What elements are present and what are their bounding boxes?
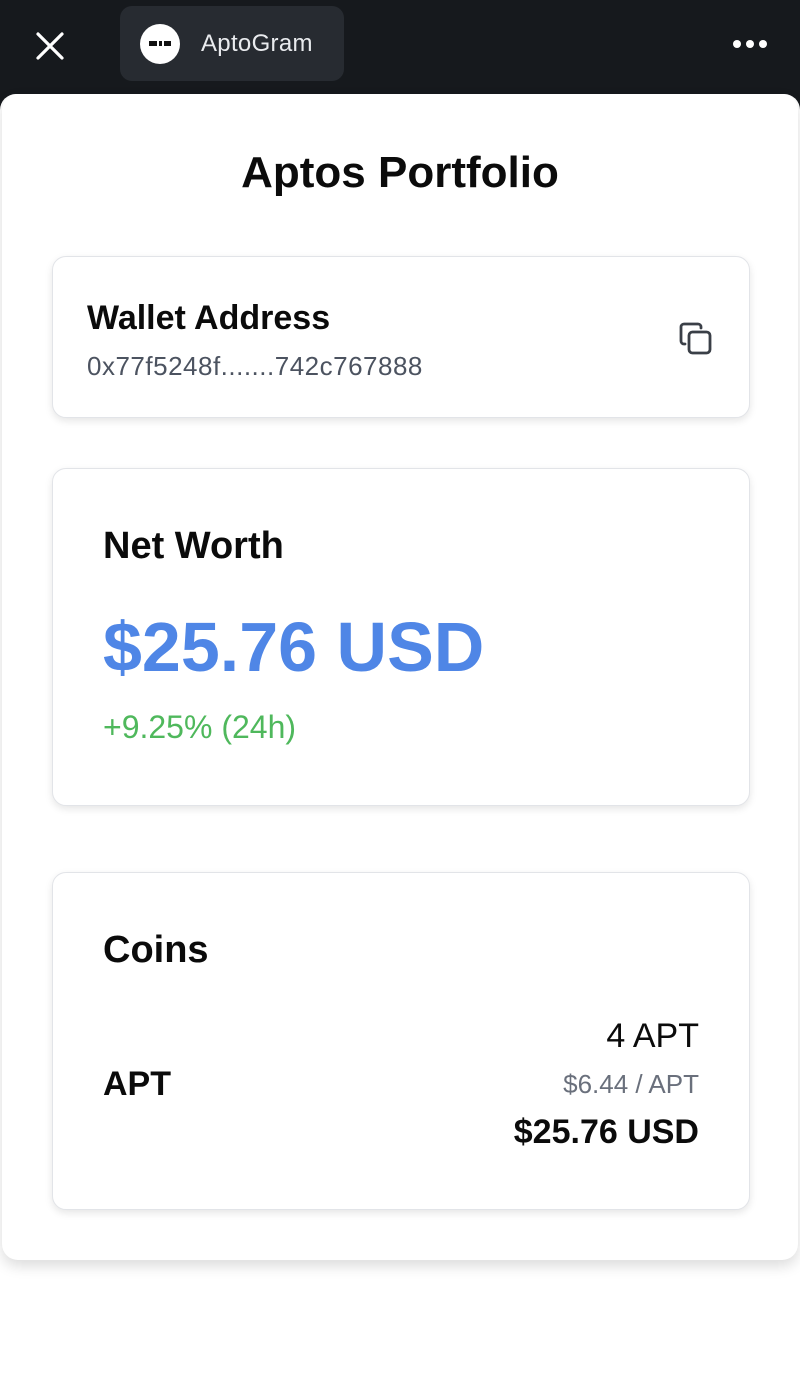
coin-value: $25.76 USD	[513, 1113, 699, 1151]
more-dot	[759, 40, 767, 48]
wallet-address-card: Wallet Address 0x77f5248f.......742c7678…	[52, 256, 750, 418]
wallet-address-label: Wallet Address	[87, 299, 331, 337]
more-options-button[interactable]	[726, 28, 774, 60]
page-title: Aptos Portfolio	[241, 148, 559, 197]
wallet-address-value: 0x77f5248f.......742c767888	[87, 351, 423, 381]
app-logo	[140, 23, 180, 64]
app-name: AptoGram	[201, 29, 313, 57]
copy-icon	[679, 322, 712, 355]
net-worth-label: Net Worth	[103, 525, 284, 567]
app-title-pill[interactable]: AptoGram	[120, 6, 344, 81]
coin-symbol: APT	[103, 1065, 171, 1103]
copy-address-button[interactable]	[677, 319, 717, 359]
close-button[interactable]	[28, 24, 72, 68]
coin-amount: 4 APT	[606, 1017, 699, 1055]
net-worth-card: Net Worth $25.76 USD +9.25% (24h)	[52, 468, 750, 806]
coins-label: Coins	[103, 929, 209, 971]
net-worth-change: +9.25% (24h)	[103, 709, 297, 745]
more-dot	[746, 40, 754, 48]
mini-app-header: AptoGram	[0, 0, 800, 94]
more-horizontal-icon	[733, 40, 741, 48]
coins-card: Coins APT 4 APT $6.44 / APT $25.76 USD	[52, 872, 750, 1210]
close-icon	[36, 32, 64, 60]
portfolio-container: Aptos Portfolio Wallet Address 0x77f5248…	[2, 94, 798, 1260]
coin-price: $6.44 / APT	[563, 1069, 699, 1099]
app-sheet: Aptos Portfolio Wallet Address 0x77f5248…	[0, 94, 800, 1386]
net-worth-value: $25.76 USD	[103, 608, 485, 686]
